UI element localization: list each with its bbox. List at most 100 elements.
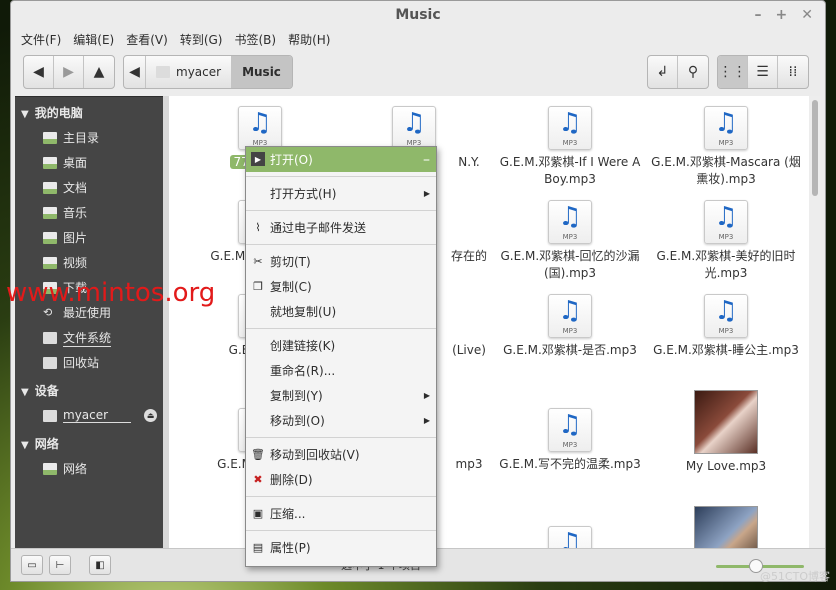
context-menu: ▶ 打开(O) – 打开方式(H) ▶ ⌇ 通过电子邮件发送 ✂ 剪切(T) ❐ 复制(C)…: [245, 146, 437, 567]
file-item[interactable]: ♫ MP3 G.E.M.邓紫棋-If I Were A Boy.mp3: [495, 106, 645, 188]
title-bar[interactable]: Music – + ✕: [11, 1, 825, 29]
sidebar-section-computer[interactable]: ▼ 我的电脑: [15, 101, 163, 125]
archive-icon: ▣: [252, 506, 264, 520]
menu-separator: [246, 530, 436, 531]
menu-item-send-email[interactable]: ⌇ 通过电子邮件发送: [246, 215, 436, 240]
close-icon[interactable]: ✕: [801, 1, 813, 29]
expand-triangle-icon: ▼: [21, 440, 29, 451]
back-button[interactable]: ◀: [24, 56, 54, 88]
album-art-thumbnail: [694, 390, 758, 454]
search-button[interactable]: ⚲: [678, 56, 708, 88]
minimize-icon[interactable]: –: [755, 1, 762, 29]
album-art-thumbnail: [694, 506, 758, 548]
file-item[interactable]: ♫ MP3 G.E.M.写不完的温柔.mp3: [495, 408, 645, 473]
compact-view-button[interactable]: ⁞⁞: [778, 56, 808, 88]
file-item[interactable]: ♫ MP3 G.E.M.邓紫棋-美好的旧时光.mp3: [651, 200, 801, 282]
scrollbar-thumb[interactable]: [812, 100, 818, 196]
menu-item-move-to[interactable]: 移动到(O) ▶: [246, 408, 436, 433]
vertical-scrollbar[interactable]: [809, 96, 821, 548]
play-icon: ▶: [251, 152, 265, 166]
trash-icon: [43, 356, 57, 369]
menu-go[interactable]: 转到(G): [180, 29, 223, 51]
menu-item-delete[interactable]: ✖ 删除(D): [246, 467, 436, 492]
properties-icon: ▤: [252, 540, 264, 554]
menu-bar: 文件(F) 编辑(E) 查看(V) 转到(G) 书签(B) 帮助(H): [11, 29, 825, 51]
menu-item-move-to-trash[interactable]: 🗑 移动到回收站(V): [246, 442, 436, 467]
pictures-folder-icon: [43, 231, 57, 244]
arrow-right-icon: ▶: [63, 64, 74, 80]
grid-icon: ⋮⋮: [718, 64, 747, 80]
arrow-up-icon: ▲: [93, 64, 105, 80]
menu-item-rename[interactable]: 重命名(R)...: [246, 358, 436, 383]
list-view-button[interactable]: ☰: [748, 56, 778, 88]
documents-folder-icon: [43, 181, 57, 194]
menu-item-open-with[interactable]: 打开方式(H) ▶: [246, 181, 436, 206]
mp3-file-icon: ♫MP3: [704, 106, 748, 150]
arrow-left-icon: ◀: [33, 64, 44, 80]
menu-item-duplicate[interactable]: 就地复制(U): [246, 299, 436, 324]
mp3-file-icon: ♫MP3: [548, 294, 592, 338]
menu-bookmarks[interactable]: 书签(B): [234, 29, 276, 51]
hide-sidebar-button[interactable]: ◧: [89, 555, 111, 575]
sidebar-section-devices[interactable]: ▼ 设备: [15, 379, 163, 403]
menu-item-cut[interactable]: ✂ 剪切(T): [246, 249, 436, 274]
menu-view[interactable]: 查看(V): [126, 29, 168, 51]
submenu-arrow-icon: ▶: [423, 416, 430, 425]
menu-item-properties[interactable]: ▤ 属性(P): [246, 535, 436, 560]
places-toggle-button[interactable]: ▭: [21, 555, 43, 575]
icon-view-button[interactable]: ⋮⋮: [718, 56, 748, 88]
sidebar-section-network[interactable]: ▼ 网络: [15, 432, 163, 456]
up-button[interactable]: ▲: [84, 56, 114, 88]
menu-file[interactable]: 文件(F): [21, 29, 61, 51]
drive-icon: [43, 409, 57, 422]
file-item[interactable]: ♫ MP3 G.E.M.邓紫棋-睡公主.mp3: [651, 294, 801, 359]
maximize-icon[interactable]: +: [776, 1, 788, 29]
breadcrumb-current[interactable]: Music: [232, 56, 292, 88]
sidebar-item-documents[interactable]: 文档: [15, 175, 163, 200]
sidebar-item-filesystem[interactable]: 文件系统: [15, 325, 163, 350]
sidebar-item-music[interactable]: 音乐: [15, 200, 163, 225]
menu-separator: [246, 496, 436, 497]
sidebar-item-home[interactable]: 主目录: [15, 125, 163, 150]
chevron-left-icon: ◀: [129, 64, 140, 80]
folder-icon: ▭: [27, 559, 37, 571]
file-item[interactable]: ♫ MP3 G.E.M.邓紫棋-Mascara (烟熏妆).mp3: [651, 106, 801, 188]
breadcrumb-left-button[interactable]: ◀: [124, 56, 146, 88]
file-item[interactable]: ♫: [495, 526, 645, 548]
eject-icon[interactable]: ⏏: [144, 409, 157, 422]
minus-icon: –: [423, 151, 430, 168]
view-buttons: ⋮⋮ ☰ ⁞⁞: [717, 55, 809, 89]
file-item[interactable]: ♫ MP3 G.E.M.邓紫棋-回忆的沙漏 (国).mp3: [495, 200, 645, 282]
menu-item-copy[interactable]: ❐ 复制(C): [246, 274, 436, 299]
menu-item-open[interactable]: ▶ 打开(O) –: [246, 147, 436, 172]
sidebar-item-trash[interactable]: 回收站: [15, 350, 163, 375]
location-toggle-button[interactable]: ↲: [648, 56, 678, 88]
menu-item-compress[interactable]: ▣ 压缩...: [246, 501, 436, 526]
forward-button[interactable]: ▶: [54, 56, 84, 88]
sidebar-item-myacer[interactable]: myacer ⏏: [15, 403, 163, 428]
breadcrumb-parent[interactable]: myacer: [146, 56, 233, 88]
tree-toggle-button[interactable]: ⊢: [49, 555, 71, 575]
file-item[interactable]: My Love.mp3: [651, 390, 801, 475]
menu-edit[interactable]: 编辑(E): [73, 29, 114, 51]
sidebar-item-videos[interactable]: 视频: [15, 250, 163, 275]
expand-triangle-icon: ▼: [21, 387, 29, 398]
expand-triangle-icon: ▼: [21, 109, 29, 120]
menu-help[interactable]: 帮助(H): [288, 29, 330, 51]
filesystem-icon: [43, 331, 57, 344]
sidebar-item-desktop[interactable]: 桌面: [15, 150, 163, 175]
watermark-text: www.mintos.org: [6, 278, 216, 308]
paperclip-icon: ⌇: [255, 220, 261, 234]
location-icon: ↲: [656, 64, 669, 80]
delete-icon: ✖: [253, 472, 263, 486]
file-item[interactable]: ♫ MP3 G.E.M.邓紫棋-是否.mp3: [495, 294, 645, 359]
list-icon: ☰: [756, 64, 769, 80]
mp3-file-icon: ♫: [548, 526, 592, 548]
mp3-file-icon: ♫MP3: [704, 200, 748, 244]
sidebar-item-network[interactable]: 网络: [15, 456, 163, 481]
file-item[interactable]: [651, 506, 801, 548]
menu-item-copy-to[interactable]: 复制到(Y) ▶: [246, 383, 436, 408]
menu-item-make-link[interactable]: 创建链接(K): [246, 333, 436, 358]
sidebar-item-pictures[interactable]: 图片: [15, 225, 163, 250]
toolbar: ◀ ▶ ▲ ◀ myacer Music ↲ ⚲ ⋮⋮ ☰ ⁞⁞: [11, 51, 825, 95]
